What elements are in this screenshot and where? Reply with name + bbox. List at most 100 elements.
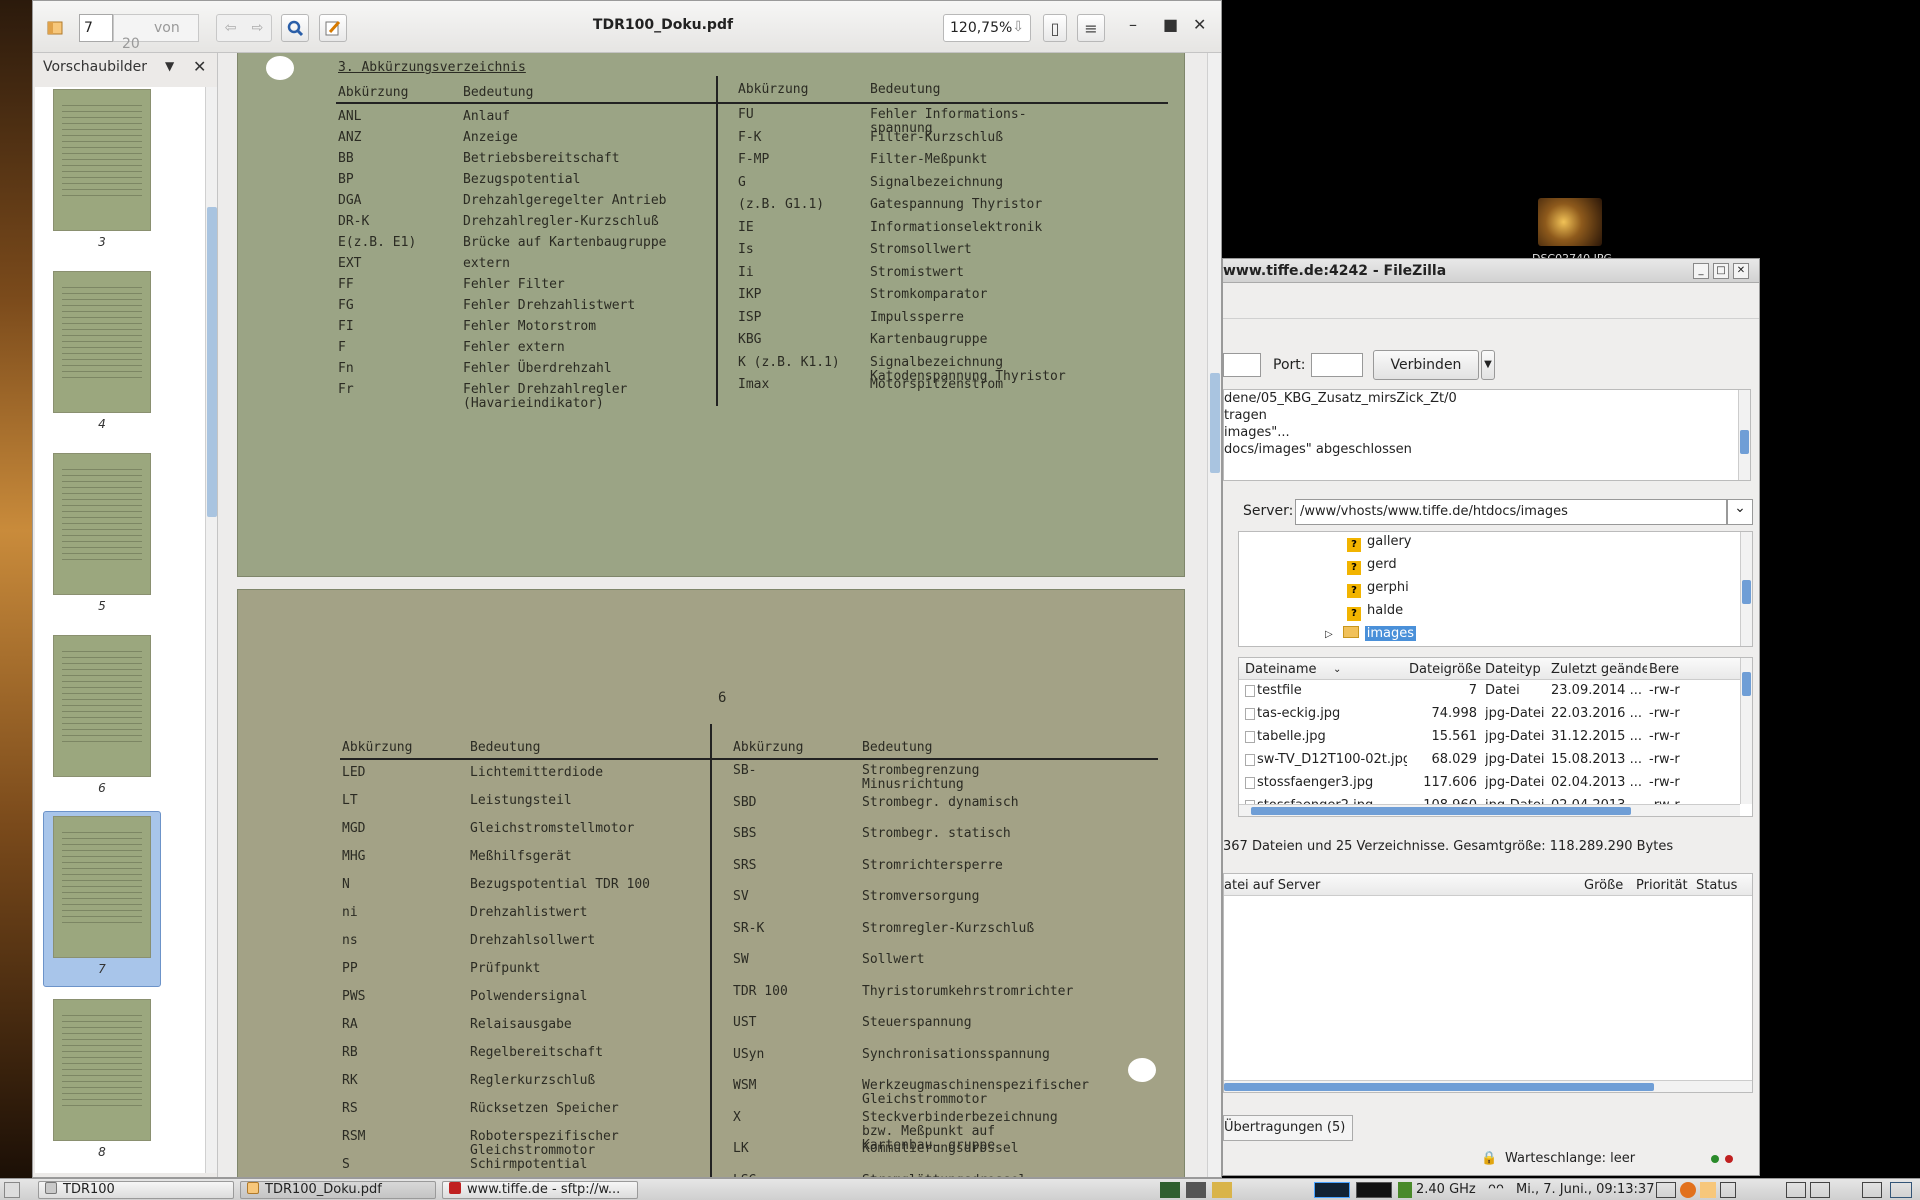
- column-header-priority[interactable]: Priorität: [1636, 878, 1688, 893]
- desktop-image-icon[interactable]: [1538, 198, 1602, 246]
- layout-icon[interactable]: [1656, 1182, 1676, 1198]
- start-menu-icon[interactable]: [4, 1182, 20, 1198]
- file-size: 68.029: [1431, 752, 1478, 767]
- column-header-type[interactable]: Dateityp: [1485, 662, 1545, 677]
- weather-icon: ᴖᴖ: [1488, 1181, 1504, 1196]
- maximize-icon[interactable]: □: [1713, 263, 1729, 279]
- file-permissions: -rw-r: [1649, 683, 1680, 698]
- scrollbar-thumb[interactable]: [1740, 430, 1749, 454]
- minimize-icon[interactable]: _: [1693, 263, 1709, 279]
- file-list-scrollbar[interactable]: [1740, 658, 1752, 804]
- expand-arrow-icon[interactable]: ▷: [1325, 629, 1333, 640]
- abbreviation-term: F-K: [738, 129, 762, 145]
- task-filezilla[interactable]: www.tiffe.de - sftp://w...: [442, 1181, 638, 1199]
- scrollbar-thumb[interactable]: [1210, 373, 1220, 473]
- workspace-icon[interactable]: [1786, 1182, 1806, 1198]
- column-header-filename[interactable]: Dateiname: [1245, 662, 1395, 677]
- sidebar-scrollbar[interactable]: [205, 87, 217, 1173]
- server-path-input[interactable]: /www/vhosts/www.tiffe.de/htdocs/images: [1295, 499, 1727, 525]
- scrollbar-thumb[interactable]: [1224, 1083, 1654, 1091]
- taskbar: TDR100 TDR100_Doku.pdf www.tiffe.de - sf…: [0, 1178, 1920, 1200]
- abbreviation-meaning: Sollwert: [862, 952, 925, 967]
- scrollbar-thumb[interactable]: [1742, 672, 1751, 696]
- abbreviation-term: ANL: [338, 109, 362, 124]
- log-scrollbar[interactable]: [1738, 390, 1750, 480]
- minimize-icon[interactable]: –: [1129, 15, 1137, 34]
- tree-item-halde[interactable]: ? halde: [1347, 603, 1403, 623]
- abbreviation-meaning: Rücksetzen Speicher: [470, 1101, 619, 1116]
- filezilla-titlebar: www.tiffe.de:4242 - FileZilla _ □ ✕: [1223, 259, 1759, 283]
- workspace-icon[interactable]: [1810, 1182, 1830, 1198]
- chevron-down-icon[interactable]: ⌄: [1727, 499, 1753, 525]
- thumbnail-page-4[interactable]: 4: [43, 271, 161, 447]
- thumbnail-page-5[interactable]: 5: [43, 453, 161, 629]
- column-header-modified[interactable]: Zuletzt geände: [1551, 662, 1647, 677]
- abbreviation-meaning: Strombegr. dynamisch: [862, 794, 1019, 810]
- find-button[interactable]: [281, 14, 309, 42]
- system-monitor-icon[interactable]: [1160, 1182, 1180, 1198]
- abbreviation-term: SB-: [733, 763, 757, 778]
- maximize-icon[interactable]: ■: [1163, 15, 1178, 34]
- previous-page-icon[interactable]: ⇦: [225, 20, 237, 36]
- tree-item-gerphi[interactable]: ? gerphi: [1347, 580, 1409, 600]
- next-page-icon[interactable]: ⇨: [252, 20, 264, 36]
- thumbnail-page-8[interactable]: 8: [43, 999, 161, 1173]
- file-permissions: -rw-r: [1649, 752, 1680, 767]
- file-row[interactable]: tabelle.jpg 15.561 jpg-Datei 31.12.2015 ...…: [1239, 727, 1740, 747]
- sidebar-close-icon[interactable]: ✕: [193, 57, 206, 76]
- scrollbar-thumb[interactable]: [207, 207, 217, 517]
- window-icon[interactable]: [1720, 1182, 1736, 1198]
- thumbnail-page-6[interactable]: 6: [43, 635, 161, 811]
- column-header-status[interactable]: Status: [1696, 878, 1737, 893]
- password-field[interactable]: [1223, 353, 1261, 377]
- file-name: sw-TV_D12T100-02t.jpg: [1257, 752, 1407, 767]
- column-header-size[interactable]: Größe: [1584, 878, 1623, 893]
- menu-button[interactable]: ≡: [1077, 14, 1105, 42]
- column-header-permissions[interactable]: Bere: [1649, 662, 1685, 677]
- thumbnail-page-3[interactable]: 3: [43, 89, 161, 265]
- connect-dropdown-icon[interactable]: ▼: [1481, 350, 1495, 380]
- column-header-server-file[interactable]: atei auf Server: [1224, 878, 1320, 893]
- file-row[interactable]: sw-TV_D12T100-02t.jpg 68.029 jpg-Datei 15.0…: [1239, 750, 1740, 770]
- scrollbar-thumb[interactable]: [1742, 580, 1751, 604]
- page-number-input[interactable]: 7: [79, 14, 113, 42]
- task-pdf-viewer[interactable]: TDR100_Doku.pdf: [240, 1181, 436, 1199]
- sidebar-mode-label[interactable]: Vorschaubilder: [43, 59, 147, 75]
- close-icon[interactable]: ✕: [1193, 15, 1206, 34]
- tab-transfers[interactable]: Übertragungen (5): [1223, 1115, 1353, 1141]
- column-header-size[interactable]: Dateigröße: [1409, 662, 1481, 677]
- file-row[interactable]: tas-eckig.jpg 74.998 jpg-Datei 22.03.2016 .…: [1239, 704, 1740, 724]
- remote-directory-tree: ? gallery ? gerd ? gerphi ? halde ▷ images: [1238, 531, 1753, 647]
- workspace-icon[interactable]: [1862, 1182, 1882, 1198]
- clipboard-icon[interactable]: [1212, 1182, 1232, 1198]
- tree-item-gallery[interactable]: ? gallery: [1347, 534, 1411, 554]
- pdf-viewer-icon[interactable]: [1700, 1182, 1716, 1198]
- sidebar-toggle-icon[interactable]: [41, 14, 69, 42]
- page-layout-button[interactable]: ▯: [1043, 14, 1067, 42]
- thumbnail-page-7[interactable]: 7: [43, 811, 161, 987]
- annotate-button[interactable]: [319, 14, 347, 42]
- file-row[interactable]: testfile 7 Datei 23.09.2014 ... -rw-r: [1239, 681, 1740, 701]
- task-file-manager[interactable]: TDR100: [38, 1181, 234, 1199]
- connect-button[interactable]: Verbinden: [1373, 350, 1479, 380]
- clock[interactable]: Mi., 7. Juni., 09:13:37: [1516, 1182, 1654, 1197]
- file-row[interactable]: stossfaenger3.jpg 117.606 jpg-Datei 02.04.2…: [1239, 773, 1740, 793]
- abbreviation-meaning: Kommutierungsdrossel: [862, 1141, 1019, 1156]
- tree-scrollbar[interactable]: [1740, 532, 1752, 646]
- file-list-hscrollbar[interactable]: [1239, 804, 1740, 816]
- port-field[interactable]: [1311, 353, 1363, 377]
- zoom-select[interactable]: 120,75% ⇩: [943, 14, 1031, 42]
- tree-item-images[interactable]: ▷ images: [1325, 626, 1416, 646]
- queue-hscrollbar[interactable]: [1224, 1080, 1752, 1092]
- tree-item-gerd[interactable]: ? gerd: [1347, 557, 1397, 577]
- document-scrollbar[interactable]: [1207, 53, 1221, 1177]
- chevron-down-icon[interactable]: ▼: [165, 59, 174, 73]
- show-desktop-icon[interactable]: [1890, 1182, 1912, 1198]
- abbreviation-meaning: Fehler Drehzahlistwert: [463, 298, 636, 313]
- close-icon[interactable]: ✕: [1733, 263, 1749, 279]
- scrollbar-thumb[interactable]: [1251, 807, 1631, 815]
- browser-icon[interactable]: [1680, 1182, 1696, 1198]
- page-thumbnail-image: [53, 271, 151, 413]
- network-icon[interactable]: [1186, 1182, 1206, 1198]
- abbreviation-term: LED: [342, 765, 366, 780]
